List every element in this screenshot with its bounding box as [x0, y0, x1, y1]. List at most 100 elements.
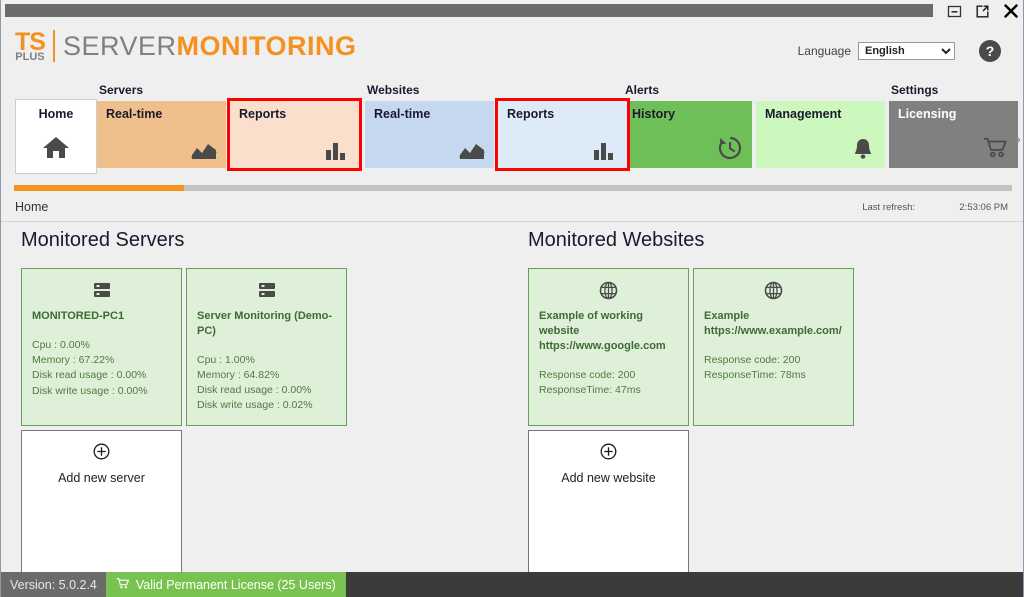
nav-tile-home-label: Home [38, 107, 74, 121]
nav-group-settings: Settings Licensing [889, 83, 1018, 168]
nav-tile-servers-reports[interactable]: Reports [227, 98, 362, 171]
bar-chart-icon [324, 135, 350, 161]
nav-tile-label: Reports [239, 107, 287, 121]
language-label: Language [797, 44, 851, 58]
server-stat-memory: Memory : 67.22% [32, 354, 115, 367]
server-stat-memory: Memory : 64.82% [197, 368, 280, 381]
server-stat-disk-write: Disk write usage : 0.00% [32, 384, 148, 397]
globe-icon [704, 279, 843, 301]
nav-group-websites: Websites Real-time Reports [365, 83, 630, 171]
page-title-websites: Monitored Websites [528, 229, 705, 251]
shopping-cart-icon [983, 135, 1009, 161]
website-card-stats: Response code: 200 ResponseTime: 47ms [539, 368, 678, 398]
nav-tile-websites-realtime[interactable]: Real-time [365, 101, 494, 168]
plus-circle-icon [32, 443, 171, 464]
nav-group-home: Home [15, 99, 97, 174]
last-refresh-time: 2:53:06 PM [959, 202, 1008, 213]
logo-server-text: SERVER [62, 30, 177, 61]
language-selector: Language English [798, 42, 955, 60]
logo-ts-plus: TS PLUS [15, 29, 46, 63]
help-icon[interactable]: ? [979, 40, 1001, 62]
nav-tile-websites-reports[interactable]: Reports [495, 98, 630, 171]
add-new-server-card[interactable]: Add new server [21, 430, 182, 588]
nav-group-alerts-label: Alerts [625, 83, 660, 97]
minimize-icon[interactable] [946, 3, 963, 20]
nav-group-settings-label: Settings [891, 83, 939, 97]
app-window: TS PLUS SERVER MONITORING Language Engli… [0, 0, 1024, 597]
add-new-website-card[interactable]: Add new website [528, 430, 689, 588]
close-icon[interactable] [1002, 3, 1019, 20]
logo-divider [52, 30, 55, 62]
server-icon [197, 279, 336, 301]
page-title-servers: Monitored Servers [21, 229, 185, 251]
website-card[interactable]: Example https://www.example.com/ Respons… [693, 268, 854, 426]
monitored-websites-panel: Monitored Websites Example of working we… [528, 223, 1008, 588]
main-navigation: Home Servers Real-time Reports Websites … [1, 83, 1023, 181]
server-card-grid: MONITORED-PC1 Cpu : 0.00% Memory : 67.22… [21, 268, 501, 588]
breadcrumb: Home [15, 200, 49, 214]
nav-tile-label: Licensing [898, 107, 957, 121]
nav-group-servers: Servers Real-time Reports [97, 83, 362, 171]
page-progress-bar [14, 185, 1012, 191]
globe-icon [539, 279, 678, 301]
license-status-badge[interactable]: Valid Permanent License (25 Users) [105, 572, 346, 597]
server-card-name: MONITORED-PC1 [32, 310, 125, 322]
monitored-servers-panel: Monitored Servers MONITORED-PC1 Cpu : 0.… [21, 223, 501, 588]
restore-window-icon[interactable] [974, 3, 991, 20]
server-stat-cpu: Cpu : 0.00% [32, 338, 90, 351]
nav-tile-label: History [632, 107, 676, 121]
website-card-name: Example https://www.example.com/ [704, 310, 842, 337]
website-card-name: Example of working website https://www.g… [539, 310, 666, 352]
logo-plus-text: PLUS [15, 50, 45, 63]
server-stat-cpu: Cpu : 1.00% [197, 353, 255, 366]
nav-group-alerts: Alerts History Management [623, 83, 885, 168]
add-new-server-label: Add new server [58, 471, 145, 485]
nav-tile-label: Reports [507, 107, 555, 121]
website-response-time: ResponseTime: 47ms [539, 383, 641, 396]
server-stat-disk-read: Disk read usage : 0.00% [32, 369, 147, 382]
status-bar: Version: 5.0.2.4 Valid Permanent License… [1, 572, 1023, 597]
area-chart-icon [191, 135, 217, 161]
plus-circle-icon [539, 443, 678, 464]
nav-tile-home[interactable]: Home [15, 99, 97, 174]
server-icon [32, 279, 171, 301]
server-card-stats: Cpu : 0.00% Memory : 67.22% Disk read us… [32, 338, 171, 399]
bell-icon [850, 135, 876, 161]
window-controls [946, 0, 1019, 22]
logo-monitoring-text: MONITORING [176, 30, 357, 61]
area-chart-icon [459, 135, 485, 161]
nav-tile-label: Management [765, 107, 842, 121]
nav-tile-alerts-management[interactable]: Management [756, 101, 885, 168]
website-response-time: ResponseTime: 78ms [704, 368, 806, 381]
bar-chart-icon [592, 135, 618, 161]
server-card-name: Server Monitoring (Demo-PC) [197, 310, 333, 337]
language-select[interactable]: English [858, 42, 955, 60]
app-logo: TS PLUS SERVER MONITORING [15, 28, 357, 64]
website-card-stats: Response code: 200 ResponseTime: 78ms [704, 353, 843, 383]
nav-group-servers-label: Servers [99, 83, 144, 97]
server-card[interactable]: MONITORED-PC1 Cpu : 0.00% Memory : 67.22… [21, 268, 182, 426]
nav-tile-servers-realtime[interactable]: Real-time [97, 101, 226, 168]
website-card[interactable]: Example of working website https://www.g… [528, 268, 689, 426]
nav-tile-label: Real-time [374, 107, 431, 121]
titlebar-strip [5, 4, 933, 17]
license-status-text: Valid Permanent License (25 Users) [135, 577, 336, 592]
window-titlebar [1, 0, 1023, 22]
server-card-stats: Cpu : 1.00% Memory : 64.82% Disk read us… [197, 353, 336, 414]
add-new-website-label: Add new website [561, 471, 656, 485]
nav-next-chevron-icon[interactable]: › [1016, 131, 1021, 149]
website-response-code: Response code: 200 [704, 353, 801, 366]
nav-tile-alerts-history[interactable]: History [623, 101, 752, 168]
page-progress-fill [14, 185, 184, 191]
nav-group-websites-label: Websites [367, 83, 420, 97]
version-label: Version: 5.0.2.4 [1, 572, 106, 597]
website-card-grid: Example of working website https://www.g… [528, 268, 1008, 588]
home-icon [16, 132, 96, 162]
clock-history-icon [717, 135, 743, 161]
server-card[interactable]: Server Monitoring (Demo-PC) Cpu : 1.00% … [186, 268, 347, 426]
server-stat-disk-read: Disk read usage : 0.00% [197, 384, 312, 397]
last-refresh-label: Last refresh: [862, 202, 915, 213]
server-stat-disk-write: Disk write usage : 0.02% [197, 399, 313, 412]
website-response-code: Response code: 200 [539, 368, 636, 381]
nav-tile-settings-licensing[interactable]: Licensing [889, 101, 1018, 168]
